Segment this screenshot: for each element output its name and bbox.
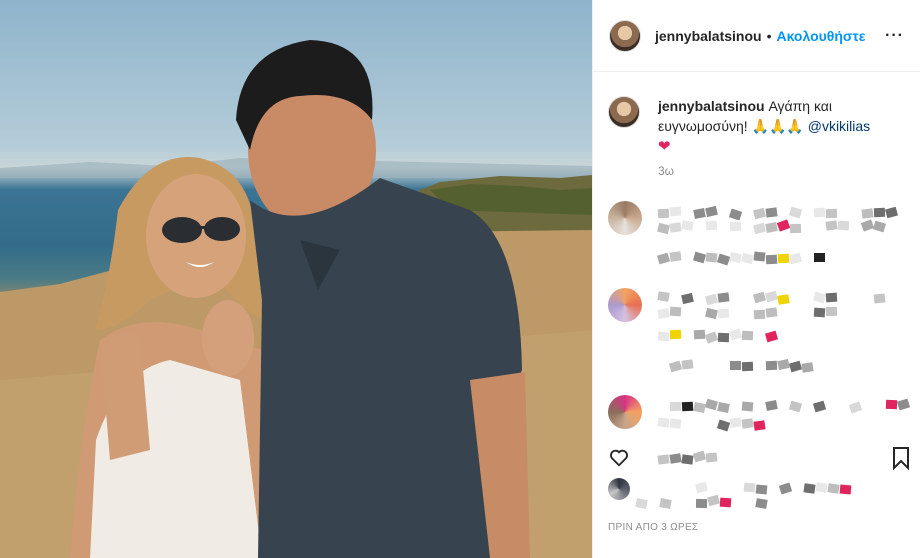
- pixelated-block: [837, 220, 850, 231]
- pixelated-block: [717, 308, 730, 319]
- pixelated-block: [657, 331, 670, 342]
- pixelated-block: [825, 220, 838, 231]
- caption-text: jennybalatsinou Αγάπη και ευγνωμοσύνη! 🙏…: [658, 96, 908, 157]
- pixelated-block: [827, 483, 840, 494]
- caption-mention[interactable]: @vkikilias: [808, 118, 870, 134]
- pixelated-block: [669, 306, 682, 317]
- post-side-panel: jennybalatsinou • Ακολουθήστε ···: [592, 0, 920, 558]
- pixelated-block: [657, 417, 670, 428]
- pixelated-block: [755, 484, 768, 495]
- pixelated-block: [765, 360, 778, 371]
- caption-avatar[interactable]: [608, 96, 640, 128]
- pixelated-block: [693, 402, 706, 413]
- pixelated-block: [765, 307, 778, 318]
- caption-heart-emoji: ❤: [658, 138, 671, 155]
- caption-row: jennybalatsinou Αγάπη και ευγνωμοσύνη! 🙏…: [608, 96, 908, 157]
- pixelated-block: [729, 252, 742, 263]
- pixelated-block: [825, 292, 838, 303]
- pixelated-block: [705, 220, 718, 231]
- pixelated-block: [873, 293, 886, 304]
- pixelated-block: [777, 294, 790, 305]
- pixelated-block: [765, 207, 778, 218]
- pixelated-block: [753, 420, 766, 431]
- pixelated-block: [803, 483, 816, 494]
- pixelated-block: [743, 482, 756, 493]
- pixelated-block: [813, 307, 826, 318]
- post-timestamp[interactable]: ΠΡΙΝ ΑΠΟ 3 ΩΡΕΣ: [608, 522, 698, 533]
- pixelated-block: [669, 418, 682, 429]
- comment-avatar[interactable]: [608, 395, 642, 429]
- bookmark-icon[interactable]: [892, 446, 910, 470]
- pixelated-block: [669, 329, 682, 340]
- pixelated-block: [705, 252, 718, 263]
- pixelated-block: [729, 221, 742, 232]
- pixelated-block: [681, 359, 694, 370]
- pixelated-block: [717, 292, 730, 303]
- comment-avatar[interactable]: [608, 288, 642, 322]
- pixelated-block: [777, 253, 790, 264]
- pixelated-block: [861, 208, 874, 219]
- photo-scene: [0, 40, 592, 558]
- pixelated-block: [753, 251, 766, 262]
- pixelated-block: [657, 291, 670, 302]
- pixelated-block: [825, 208, 838, 219]
- post-photo[interactable]: [0, 0, 592, 558]
- pixelated-block: [873, 207, 886, 218]
- pixelated-block: [669, 251, 682, 262]
- pixelated-block: [717, 402, 730, 413]
- pixelated-block: [741, 361, 754, 372]
- comment-avatar[interactable]: [608, 201, 642, 235]
- pixelated-block: [693, 329, 706, 340]
- pixelated-block: [741, 330, 754, 341]
- pixelated-block: [813, 207, 826, 218]
- more-icon[interactable]: ···: [885, 27, 904, 45]
- pixelated-block: [789, 223, 802, 234]
- pixelated-block: [669, 401, 682, 412]
- pixelated-block: [681, 220, 694, 231]
- pixelated-block: [741, 418, 754, 429]
- pixelated-block: [635, 498, 648, 509]
- caption-username[interactable]: jennybalatsinou: [658, 98, 765, 114]
- pixelated-block: [717, 332, 730, 343]
- pixelated-block: [814, 253, 825, 262]
- pixelated-block: [669, 222, 682, 233]
- pixelated-block: [885, 399, 898, 410]
- heart-outline-icon[interactable]: [608, 446, 630, 468]
- pixelated-block: [681, 401, 694, 412]
- pixelated-block: [657, 308, 670, 319]
- pixelated-block: [719, 497, 732, 508]
- pixelated-block: [825, 306, 838, 317]
- separator-dot: •: [766, 27, 772, 44]
- follow-button[interactable]: Ακολουθήστε: [776, 28, 865, 44]
- action-bar: [592, 440, 920, 472]
- pixelated-block: [657, 208, 670, 219]
- pixelated-block: [695, 498, 708, 509]
- author-username[interactable]: jennybalatsinou: [655, 28, 762, 44]
- caption-age[interactable]: 3ω: [658, 164, 674, 178]
- pixelated-block: [765, 254, 778, 265]
- author-avatar[interactable]: [609, 19, 641, 52]
- pixelated-block: [753, 309, 766, 320]
- pixelated-block: [815, 482, 828, 493]
- pixelated-block: [741, 401, 754, 412]
- pixelated-block: [659, 498, 672, 509]
- pixelated-block: [730, 361, 741, 370]
- liker-avatar[interactable]: [608, 478, 630, 500]
- pixelated-block: [839, 484, 852, 495]
- post-header: jennybalatsinou • Ακολουθήστε ···: [593, 0, 920, 72]
- pixelated-block: [801, 362, 814, 373]
- pixelated-block: [729, 417, 742, 428]
- pixelated-block: [755, 498, 768, 509]
- pixelated-block: [669, 206, 682, 217]
